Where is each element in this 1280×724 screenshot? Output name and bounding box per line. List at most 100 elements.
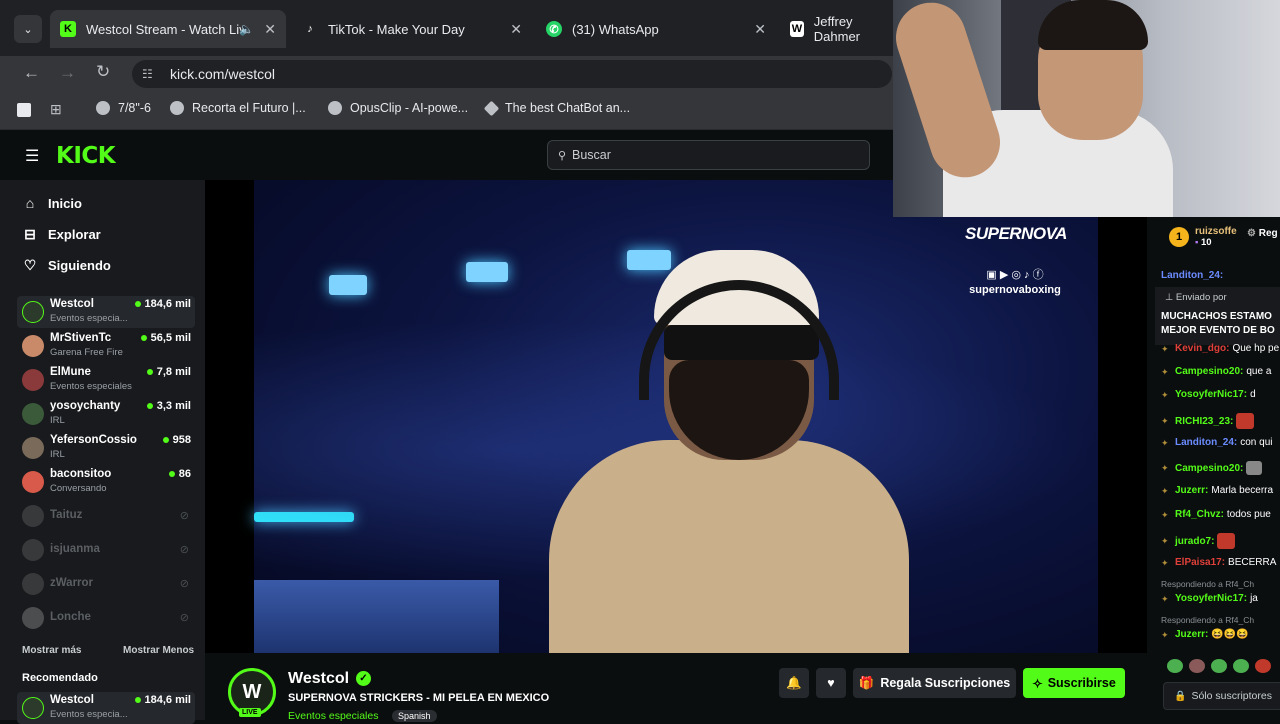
search-input[interactable]: ⚲ Buscar [547, 140, 870, 170]
offline-icon: ⊘ [179, 612, 189, 624]
recommended-item-westcol[interactable]: Westcol Eventos especia... 184,6 mil [17, 692, 195, 724]
whatsapp-favicon-icon: ✆ [546, 21, 562, 37]
square-icon[interactable] [17, 103, 31, 117]
viewer-count: 958 [163, 434, 191, 446]
supernova-handle: supernovaboxing [969, 284, 1061, 296]
channel-item-offline[interactable]: Lonche ⊘ [17, 602, 195, 634]
bookmark-item[interactable]: OpusClip - AI-powe... [328, 101, 468, 115]
badge-icon: ✦ [1161, 463, 1169, 473]
chat-top-gifter[interactable]: 1 ruizsoffe ▪ 10 [1169, 226, 1237, 248]
show-less-link[interactable]: Mostrar Menos [123, 645, 194, 656]
emote-icon [1236, 413, 1255, 429]
emote-icon [1167, 659, 1183, 673]
bookmark-item[interactable]: Recorta el Futuro |... [170, 101, 306, 115]
channel-item-yefersoncossio[interactable]: YefersonCossio IRL 958 [17, 432, 195, 464]
viewer-count: 184,6 mil [135, 298, 191, 310]
nav-siguiendo[interactable]: ♡ Siguiendo [22, 257, 111, 274]
close-icon[interactable]: ✕ [510, 21, 522, 38]
hamburger-menu-icon[interactable]: ☰ [25, 146, 39, 166]
viewer-count: 184,6 mil [135, 694, 191, 706]
badge-icon: ✦ [1161, 629, 1169, 640]
chevron-down-icon: ⌄ [23, 23, 33, 36]
emote-icon [1189, 659, 1205, 673]
avatar [22, 697, 44, 719]
subscribe-button[interactable]: ✧ Suscribirse [1023, 668, 1125, 698]
gift-subs-button[interactable]: 🎁 Regala Suscripciones [853, 668, 1016, 698]
tab-search-button[interactable]: ⌄ [14, 15, 42, 43]
viewer-count: 86 [169, 468, 191, 480]
channel-name[interactable]: Westcol [288, 670, 349, 688]
reload-icon[interactable]: ↻ [96, 62, 110, 82]
language-tag[interactable]: Spanish [392, 710, 437, 722]
live-badge: LIVE [239, 708, 261, 717]
pinned-message[interactable]: ⊥ Enviado por MUCHACHOS ESTAMO MEJOR EVE… [1155, 287, 1280, 345]
chatbot-icon [483, 100, 500, 116]
site-info-icon[interactable]: ☷ [142, 67, 153, 81]
badge-icon: ✦ [1161, 485, 1169, 496]
badge-icon: ✦ [1161, 557, 1169, 568]
badge-icon: ✦ [1161, 509, 1169, 520]
show-more-link[interactable]: Mostrar más [22, 645, 81, 656]
desk [254, 580, 499, 653]
bell-icon: 🔔 [786, 675, 802, 690]
bookmark-item[interactable]: 7/8"-6 [96, 101, 151, 115]
bookmark-item[interactable]: The best ChatBot an... [483, 100, 630, 116]
star-icon: ✧ [1032, 676, 1043, 691]
avatar [22, 471, 44, 493]
reply-context: Respondiendo a Rf4_Ch [1161, 579, 1255, 589]
close-icon[interactable]: ✕ [754, 21, 766, 38]
chat-message: ✦ ElPaisa17: BECERRA [1161, 557, 1277, 568]
follow-button[interactable]: ♥ [816, 668, 846, 698]
url-field[interactable]: ☷ kick.com/westcol [132, 60, 892, 88]
pin-icon: ⊥ [1165, 292, 1176, 303]
tab-whatsapp[interactable]: ✆ (31) WhatsApp ✕ [536, 10, 776, 48]
home-icon: ⌂ [25, 195, 35, 211]
kick-logo[interactable]: KICK [56, 143, 116, 169]
tab-jeffrey[interactable]: W Jeffrey Dahmer [780, 10, 900, 48]
emote-icon [1246, 461, 1263, 475]
lock-icon: 🔒 [1174, 690, 1187, 702]
avatar [22, 573, 44, 595]
emote-icon [1255, 659, 1271, 673]
back-arrow-icon[interactable]: ← [23, 63, 40, 83]
streamer-figure [549, 250, 909, 653]
search-icon: ⚲ [558, 149, 567, 162]
channel-item-elmune[interactable]: ElMune Eventos especiales 7,8 mil [17, 364, 195, 396]
close-icon[interactable]: ✕ [264, 21, 276, 38]
channel-item-offline[interactable]: Taituz ⊘ [17, 500, 195, 532]
channel-item-offline[interactable]: zWarror ⊘ [17, 568, 195, 600]
emote-bar[interactable] [1167, 659, 1271, 673]
webcam-person-hair [1038, 0, 1148, 50]
channel-item-offline[interactable]: isjuanma ⊘ [17, 534, 195, 566]
chat-message: ✦ YosoyferNic17: ja [1161, 593, 1258, 604]
social-icons: ▣ ▶ ◎ ♪ ⓕ [986, 269, 1044, 281]
torso [549, 440, 909, 653]
viewer-count: 7,8 mil [147, 366, 191, 378]
url-text: kick.com/westcol [170, 66, 276, 82]
nav-explorar[interactable]: ⊟ Explorar [22, 226, 101, 243]
avatar [22, 335, 44, 357]
channel-item-yosoychanty[interactable]: yosoychanty IRL 3,3 mil [17, 398, 195, 430]
tab-title: Westcol Stream - Watch Liv [86, 21, 246, 37]
channel-item-mrstiventc[interactable]: MrStivenTc Garena Free Fire 56,5 mil [17, 330, 195, 362]
tab-title: Jeffrey Dahmer [813, 14, 861, 44]
notification-bell-button[interactable]: 🔔 [779, 668, 809, 698]
chat-input[interactable]: 🔒 Sólo suscriptores [1163, 682, 1280, 710]
speaker-icon[interactable]: 🔈 [239, 22, 254, 36]
apps-grid-icon[interactable]: ⊞ [50, 101, 62, 118]
channel-item-baconsitoo[interactable]: baconsitoo Conversando 86 [17, 466, 195, 498]
badge-icon: ✦ [1161, 416, 1169, 426]
video-player[interactable]: SUPERNOVA ▣ ▶ ◎ ♪ ⓕ supernovaboxing [205, 180, 1147, 653]
category-link[interactable]: Eventos especiales [288, 710, 378, 722]
chat-panel: 1 ruizsoffe ▪ 10 ⚙ Reg ⊥ Enviado por MUC… [1147, 217, 1280, 720]
tab-westcol[interactable]: K Westcol Stream - Watch Liv 🔈 ✕ [50, 10, 286, 48]
offline-icon: ⊘ [179, 510, 189, 522]
heart-icon: ♥ [827, 676, 835, 690]
gift-icon: 🎁 [858, 675, 875, 690]
avatar [22, 505, 44, 527]
channel-item-westcol[interactable]: Westcol Eventos especia... 184,6 mil [17, 296, 195, 328]
sidebar: ⌂ Inicio ⊟ Explorar ♡ Siguiendo Westcol Eve… [0, 180, 205, 724]
nav-inicio[interactable]: ⌂ Inicio [22, 195, 82, 211]
forward-arrow-icon[interactable]: → [59, 63, 76, 83]
tab-tiktok[interactable]: ♪ TikTok - Make Your Day ✕ [292, 10, 532, 48]
